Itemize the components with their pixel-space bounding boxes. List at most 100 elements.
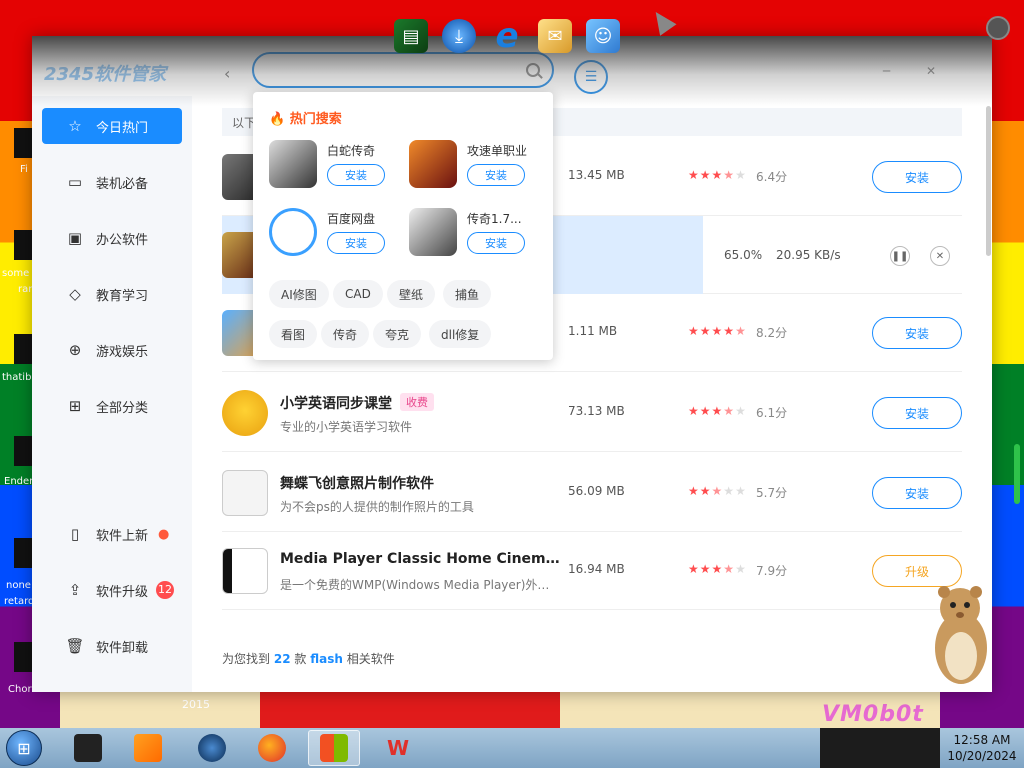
side-indicator — [1014, 444, 1020, 504]
hot-keyword-chip[interactable]: CAD — [333, 280, 383, 308]
sidebar-item-label: 教育学习 — [96, 288, 149, 304]
star-filled-icon: ★ — [688, 562, 700, 576]
dock-mail-icon[interactable]: ✉ — [538, 19, 572, 53]
start-button[interactable]: ⊞ — [6, 730, 42, 766]
search-icon[interactable] — [526, 63, 540, 77]
search-input[interactable] — [266, 62, 526, 78]
sidebar-item-office[interactable]: ▣ 办公软件 — [42, 220, 182, 256]
rating-stars: ★★★★★ — [688, 168, 747, 182]
clock-date: 10/20/2024 — [947, 749, 1017, 763]
hot-keyword-chip[interactable]: 传奇 — [321, 320, 370, 348]
terminal-icon — [74, 734, 102, 762]
hot-keyword-chip[interactable]: 夸克 — [373, 320, 422, 348]
sidebar-item-new-software[interactable]: ▯ 软件上新 ● — [42, 516, 182, 552]
sidebar-item-label: 办公软件 — [96, 232, 149, 248]
app-size: 56.09 MB — [568, 484, 625, 498]
dock-app-icon[interactable]: ▤ — [394, 19, 428, 53]
internet-explorer-icon[interactable]: e — [490, 16, 524, 56]
star-filled-icon: ★ — [688, 324, 700, 338]
rating-score: 6.1分 — [756, 406, 788, 420]
taskbar-item[interactable]: W — [372, 730, 424, 766]
hot-app-item[interactable]: 百度网盘 安装 — [269, 208, 399, 262]
hot-keyword-chip[interactable]: 壁纸 — [387, 280, 436, 308]
bird-app-icon[interactable] — [222, 390, 268, 436]
hot-keyword-chip[interactable]: 捕鱼 — [443, 280, 492, 308]
desktop-shortcut-label: Ender — [4, 476, 34, 487]
install-button[interactable]: 安装 — [467, 232, 525, 254]
star-filled-icon: ★ — [699, 404, 712, 418]
briefcase-icon: ▣ — [67, 229, 83, 247]
media-player-icon[interactable] — [222, 548, 268, 594]
hot-keyword-chip[interactable]: 看图 — [269, 320, 318, 348]
sidebar-item-all-categories[interactable]: ⊞ 全部分类 — [42, 388, 182, 424]
install-button[interactable]: 安装 — [872, 397, 962, 429]
top-right-control-icon[interactable] — [986, 16, 1010, 40]
window-controls[interactable]: ─ ✕ — [883, 64, 952, 78]
pause-icon[interactable]: ❚❚ — [890, 246, 910, 266]
upgrade-count-badge: 12 — [156, 581, 175, 599]
sidebar-item-essentials[interactable]: ▭ 装机必备 — [42, 164, 182, 200]
star-filled-icon: ★ — [711, 324, 724, 338]
taskbar-item-active[interactable] — [308, 730, 360, 766]
hot-app-icon[interactable] — [409, 208, 457, 256]
hot-search-title: 🔥 热门搜索 — [269, 112, 342, 127]
star-half-icon: ★ — [723, 404, 736, 418]
hot-keyword-chip[interactable]: dll修复 — [429, 320, 492, 348]
hot-app-item[interactable]: 传奇1.7... 安装 — [409, 208, 539, 262]
rating-stars: ★★★★★ — [688, 404, 747, 418]
back-chevron-icon[interactable]: ‹ — [224, 64, 230, 83]
taskbar-item[interactable] — [122, 730, 174, 766]
taskbar-item[interactable] — [246, 730, 298, 766]
scrollbar[interactable] — [986, 106, 991, 256]
taskbar-item[interactable] — [186, 730, 238, 766]
star-filled-icon: ★ — [688, 484, 700, 498]
sidebar-item-games[interactable]: ⊕ 游戏娱乐 — [42, 332, 182, 368]
install-button[interactable]: 安装 — [327, 232, 385, 254]
app-name: Media Player Classic Home Cinema ( M... — [280, 551, 560, 567]
app-desc: 为不会ps的人提供的制作照片的工具 — [280, 500, 474, 514]
result-count: 22 — [273, 652, 291, 666]
app-logo: 2345软件管家 — [44, 64, 167, 85]
star-filled-icon: ★ — [699, 484, 712, 498]
sidebar-item-label: 装机必备 — [96, 176, 149, 192]
software-row: Media Player Classic Home Cinema ( M... … — [222, 532, 962, 610]
install-button[interactable]: 安装 — [872, 161, 962, 193]
paid-tag: 收费 — [400, 393, 434, 411]
star-filled-icon: ★ — [711, 562, 724, 576]
install-button[interactable]: 安装 — [872, 477, 962, 509]
rating-score: 8.2分 — [756, 326, 788, 340]
install-button[interactable]: 安装 — [327, 164, 385, 186]
hot-app-item[interactable]: 白蛇传奇 安装 — [269, 140, 399, 194]
sidebar-item-upgrades[interactable]: ⇪ 软件升级 12 — [42, 572, 182, 608]
photo-app-icon[interactable] — [222, 470, 268, 516]
star-empty-icon: ★ — [735, 168, 747, 182]
taskbar-clock[interactable]: 12:58 AM 10/20/2024 — [940, 732, 1024, 764]
sidebar-item-label: 软件上新 — [96, 528, 149, 544]
dock-users-icon[interactable]: ☺ — [586, 19, 620, 53]
hot-keyword-chip[interactable]: AI修图 — [269, 280, 329, 308]
sidebar-item-education[interactable]: ◇ 教育学习 — [42, 276, 182, 312]
hot-app-icon[interactable] — [409, 140, 457, 188]
baidu-netdisk-icon[interactable] — [269, 208, 317, 256]
media-player-icon — [134, 734, 162, 762]
hot-app-item[interactable]: 攻速单职业 安装 — [409, 140, 539, 194]
gamepad-icon: ⊕ — [68, 341, 82, 359]
hot-app-name: 攻速单职业 — [467, 144, 528, 158]
sidebar-item-today-hot[interactable]: ☆ 今日热门 — [42, 108, 182, 144]
menu-icon[interactable]: ☰ — [574, 60, 608, 94]
app-size: 16.94 MB — [568, 562, 625, 576]
star-half-icon: ★ — [723, 168, 736, 182]
rating-score: 6.4分 — [756, 170, 788, 184]
desktop-shortcut-label: some — [2, 268, 30, 279]
hot-app-icon[interactable] — [269, 140, 317, 188]
sidebar-item-uninstall[interactable]: 🗑 软件卸载 — [42, 628, 182, 664]
taskbar-item[interactable] — [62, 730, 114, 766]
install-button[interactable]: 安装 — [467, 164, 525, 186]
install-button[interactable]: 安装 — [872, 317, 962, 349]
hot-app-name: 白蛇传奇 — [327, 144, 376, 158]
dock-globe-icon[interactable]: ⤓ — [442, 19, 476, 53]
close-icon[interactable]: ✕ — [930, 246, 950, 266]
firefox-icon — [258, 734, 286, 762]
system-tray[interactable] — [820, 728, 940, 768]
software-row: 舞蝶飞创意照片制作软件 为不会ps的人提供的制作照片的工具 56.09 MB ★… — [222, 454, 962, 532]
